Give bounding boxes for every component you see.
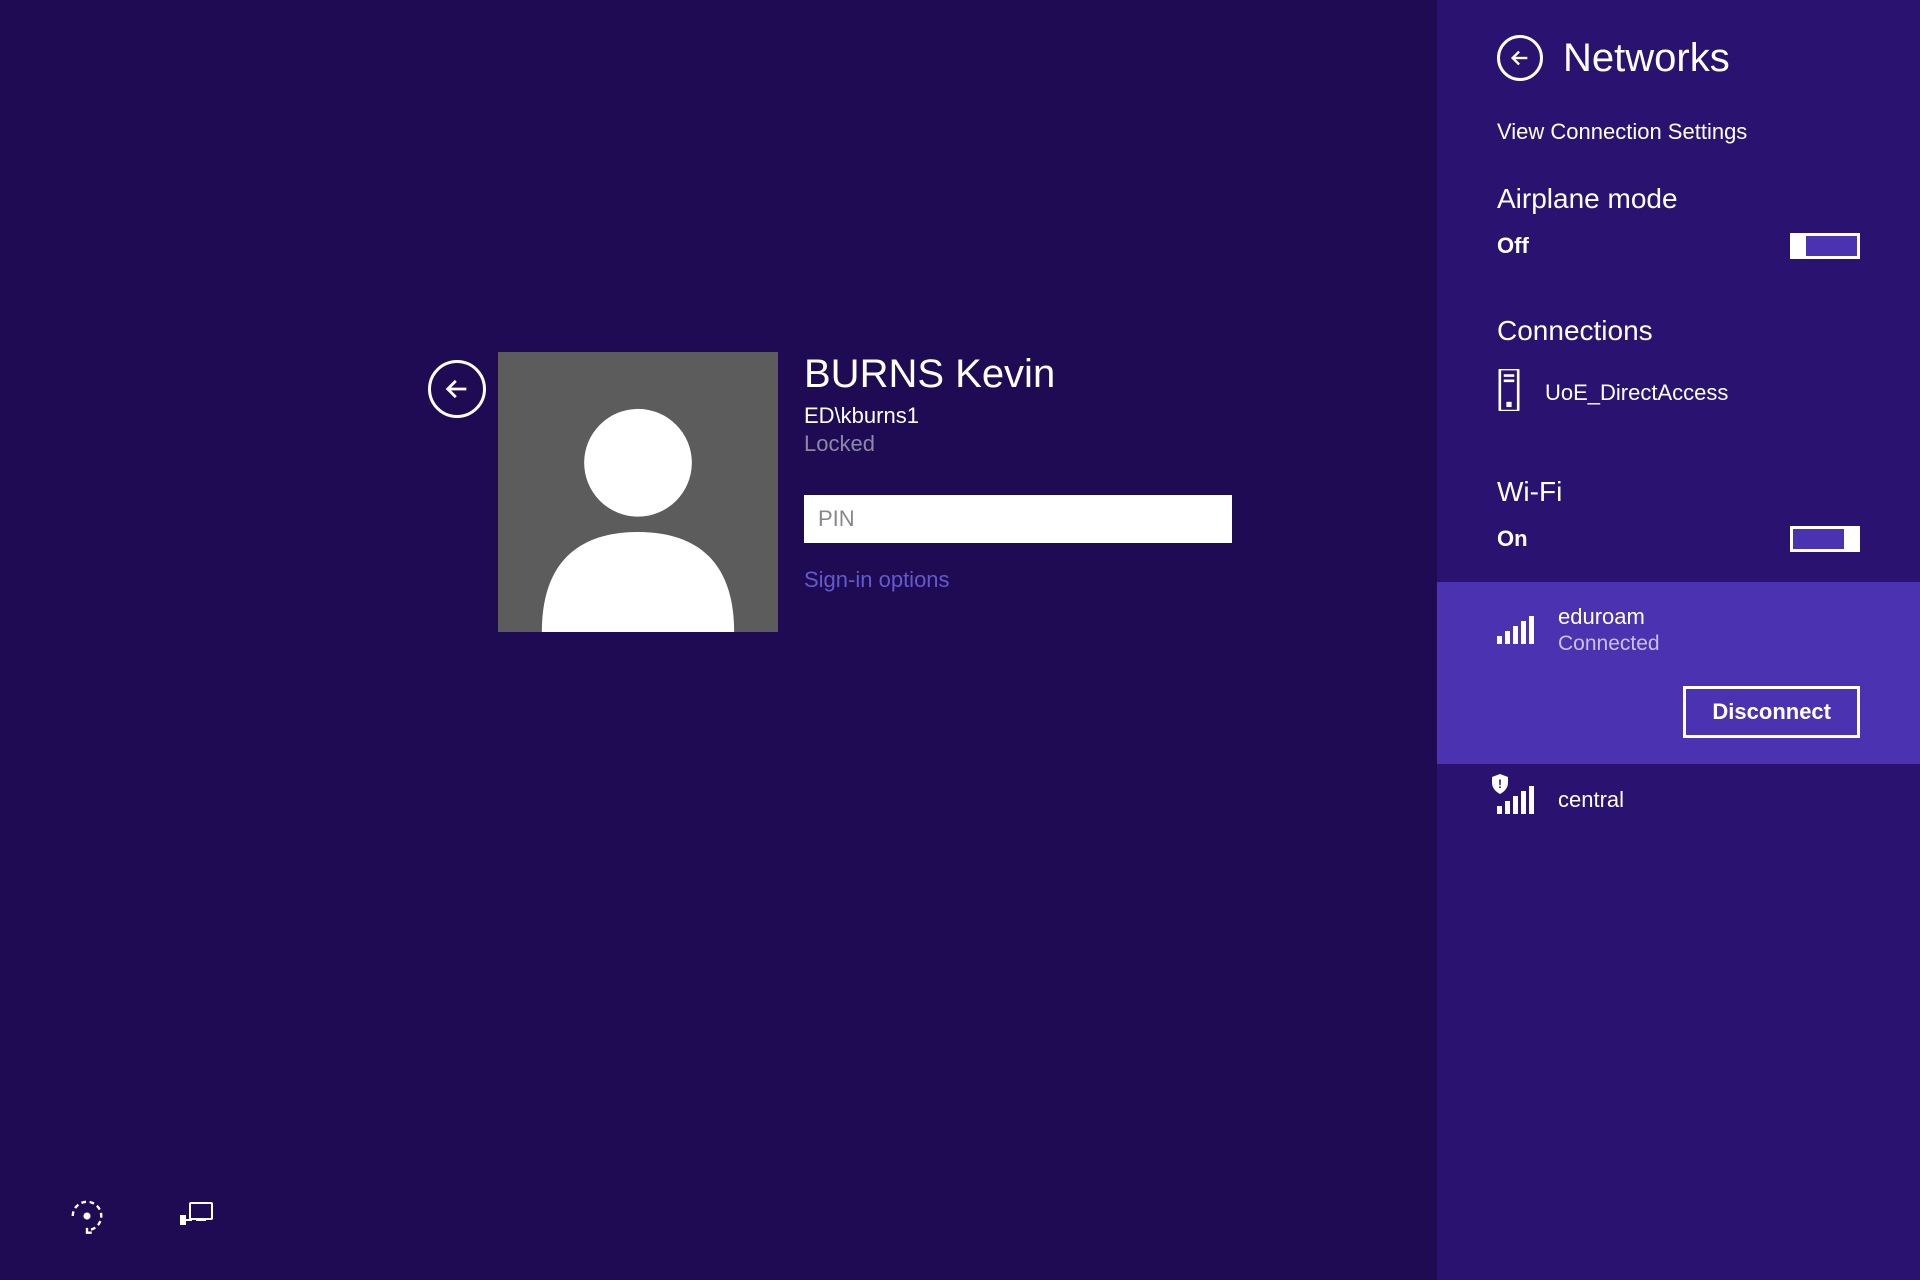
airplane-mode-state: Off [1497, 233, 1529, 259]
user-avatar [498, 352, 778, 632]
person-icon [518, 382, 758, 632]
wifi-toggle-row: On [1497, 526, 1860, 552]
arrow-left-icon [443, 375, 471, 403]
login-back-button[interactable] [428, 360, 486, 418]
wifi-item-central[interactable]: ! central [1437, 764, 1920, 840]
wifi-state: On [1497, 526, 1528, 552]
pin-input[interactable] [804, 495, 1232, 543]
arrow-left-icon [1509, 47, 1531, 69]
panel-title: Networks [1563, 36, 1730, 81]
server-icon [1497, 369, 1521, 416]
display-name: BURNS Kevin [804, 352, 1232, 397]
lock-status: Locked [804, 431, 1232, 457]
ease-of-access-icon[interactable] [68, 1197, 106, 1240]
wifi-item-eduroam[interactable]: eduroam Connected Disconnect [1437, 582, 1920, 764]
network-tray-icon[interactable] [180, 1201, 214, 1236]
user-id: ED\kburns1 [804, 403, 1232, 429]
corner-icons [68, 1197, 214, 1240]
airplane-mode-heading: Airplane mode [1497, 183, 1860, 215]
panel-back-button[interactable] [1497, 35, 1543, 81]
signal-bars-secured-icon: ! [1497, 786, 1534, 814]
wifi-heading: Wi-Fi [1497, 476, 1860, 508]
airplane-mode-row: Off [1497, 233, 1860, 259]
panel-header: Networks [1497, 35, 1860, 81]
login-area: BURNS Kevin ED\kburns1 Locked Sign-in op… [498, 352, 1232, 632]
wifi-toggle[interactable] [1790, 526, 1860, 552]
airplane-mode-toggle[interactable] [1790, 233, 1860, 259]
connection-item[interactable]: UoE_DirectAccess [1497, 365, 1860, 420]
view-connection-settings-link[interactable]: View Connection Settings [1497, 119, 1860, 145]
disconnect-button[interactable]: Disconnect [1683, 686, 1860, 738]
wifi-name: eduroam [1558, 604, 1660, 630]
wifi-status: Connected [1558, 632, 1660, 656]
wifi-name: central [1558, 787, 1624, 813]
signal-bars-icon [1497, 616, 1534, 644]
svg-text:!: ! [1498, 777, 1502, 791]
signin-options-link[interactable]: Sign-in options [804, 567, 1232, 593]
connection-label: UoE_DirectAccess [1545, 380, 1728, 406]
networks-panel: Networks View Connection Settings Airpla… [1437, 0, 1920, 1280]
connections-heading: Connections [1497, 315, 1860, 347]
login-meta: BURNS Kevin ED\kburns1 Locked Sign-in op… [804, 352, 1232, 632]
